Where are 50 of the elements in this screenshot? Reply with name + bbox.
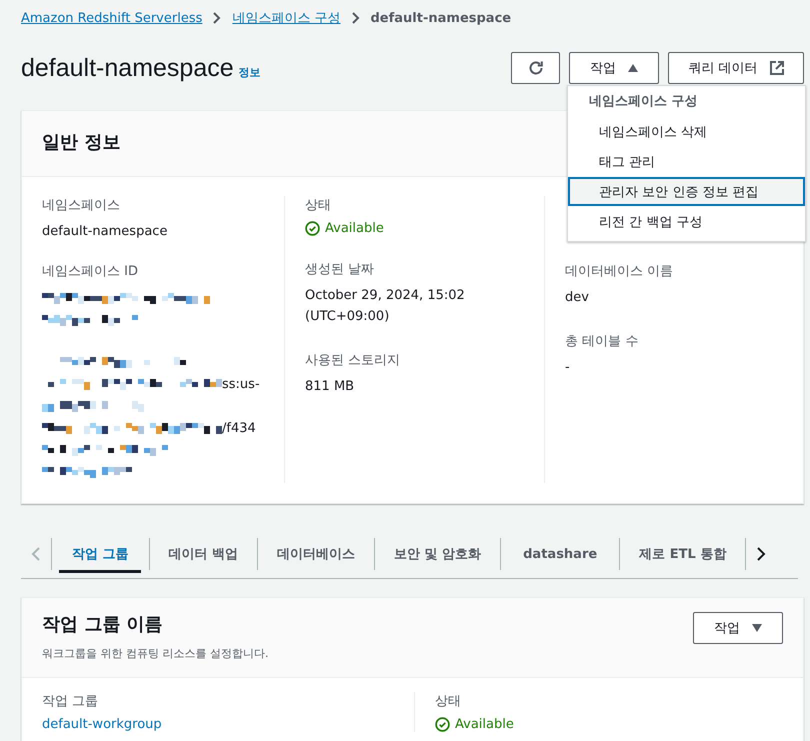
status-text: Available: [455, 717, 514, 732]
tab[interactable]: 데이터 백업: [148, 538, 258, 570]
status-text: Available: [325, 221, 384, 236]
field-label: 사용된 스토리지: [305, 352, 402, 369]
field-value: default-namespace: [42, 223, 168, 241]
breadcrumb-current: default-namespace: [370, 10, 512, 26]
caret-icon: [752, 624, 762, 632]
field-label: 데이터베이스 이름: [565, 263, 674, 280]
field-label: 상태: [435, 693, 462, 710]
field-label: 네임스페이스: [42, 197, 121, 214]
page-title: default-namespace: [21, 54, 234, 82]
field-value: -: [565, 359, 571, 377]
breadcrumb-link[interactable]: 네임스페이스 구성: [232, 9, 340, 27]
actions-button[interactable]: 작업: [569, 52, 659, 84]
menu-group-label: 네임스페이스 구성: [588, 93, 699, 111]
chevron-right-icon: [350, 11, 360, 25]
menu-item[interactable]: 네임스페이스 삭제: [568, 117, 805, 146]
breadcrumb-link[interactable]: Amazon Redshift Serverless: [21, 10, 202, 26]
tab[interactable]: 데이터베이스: [257, 538, 374, 570]
field-value: 811 MB: [305, 378, 356, 396]
field-value: dev: [565, 289, 590, 307]
field-label: 작업 그룹: [42, 693, 100, 710]
field-value: ss:us-: [222, 376, 260, 392]
field-label: 네임스페이스 ID: [42, 263, 139, 280]
field-label: 생성된 날짜: [305, 261, 376, 278]
refresh-icon: [528, 60, 544, 76]
tab[interactable]: datashare: [500, 538, 620, 570]
menu-item[interactable]: 관리자 보안 인증 정보 편집: [568, 177, 805, 206]
field-value: /f434: [222, 420, 256, 436]
refresh-button[interactable]: [511, 52, 560, 84]
query-data-button[interactable]: 쿼리 데이터: [668, 52, 804, 84]
tab[interactable]: 제로 ETL 통합: [619, 538, 746, 570]
caret-icon: [628, 64, 638, 72]
tab[interactable]: 보안 및 암호화: [374, 538, 500, 570]
check-circle-icon: [305, 221, 320, 236]
tab[interactable]: 작업 그룹: [51, 538, 149, 570]
check-circle-icon: [435, 717, 450, 732]
menu-item[interactable]: 태그 관리: [568, 147, 805, 176]
workgroup-link[interactable]: default-workgroup: [42, 717, 394, 732]
panel-title: 일반 정보: [42, 131, 120, 154]
field-label: 상태: [305, 197, 332, 214]
field-value: October 29, 2024, 15:02 (UTC+09:00): [305, 287, 466, 326]
info-link[interactable]: 정보: [238, 64, 261, 80]
actions-button[interactable]: 작업: [693, 612, 783, 644]
panel-title: 작업 그룹 이름: [42, 613, 164, 636]
field-label: 총 테이블 수: [565, 333, 640, 350]
external-link-icon: [770, 61, 784, 75]
panel-description: 워크그룹을 위한 컴퓨팅 리소스를 설정합니다.: [42, 646, 268, 661]
menu-item[interactable]: 리전 간 백업 구성: [568, 207, 805, 236]
chevron-right-icon: [212, 11, 222, 25]
